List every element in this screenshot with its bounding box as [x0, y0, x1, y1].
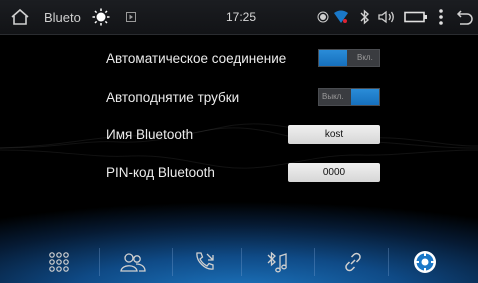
nav-separator	[388, 248, 389, 276]
nav-separator	[172, 248, 173, 276]
call-log-icon[interactable]	[175, 240, 235, 283]
auto-connect-toggle[interactable]: Вкл.	[318, 49, 380, 67]
bluetooth-settings-screen: Blueto 17:25 Автоматическое соединение В…	[0, 0, 478, 283]
bluetooth-pin-field[interactable]: 0000	[288, 163, 380, 182]
bluetooth-name-label: Имя Bluetooth	[106, 127, 194, 142]
nav-separator	[99, 248, 100, 276]
link-icon[interactable]	[323, 240, 383, 283]
bluetooth-name-field[interactable]: kost	[288, 125, 380, 144]
toggle-knob	[319, 50, 347, 66]
toggle-knob	[351, 89, 379, 105]
settings-list: Автоматическое соединение Вкл. Автоподня…	[0, 0, 478, 200]
toggle-state-text: Вкл.	[357, 53, 373, 62]
bluetooth-pin-label: PIN-код Bluetooth	[106, 165, 215, 180]
contacts-icon[interactable]	[103, 240, 163, 283]
music-icon[interactable]	[247, 240, 307, 283]
dialpad-icon[interactable]	[29, 240, 89, 283]
auto-answer-label: Автоподнятие трубки	[106, 90, 240, 105]
bottom-nav	[0, 240, 478, 283]
toggle-state-text: Выкл.	[322, 92, 344, 101]
settings-icon[interactable]	[395, 240, 455, 283]
nav-separator	[314, 248, 315, 276]
nav-separator	[241, 248, 242, 276]
auto-connect-label: Автоматическое соединение	[106, 51, 287, 66]
auto-answer-toggle[interactable]: Выкл.	[318, 88, 380, 106]
